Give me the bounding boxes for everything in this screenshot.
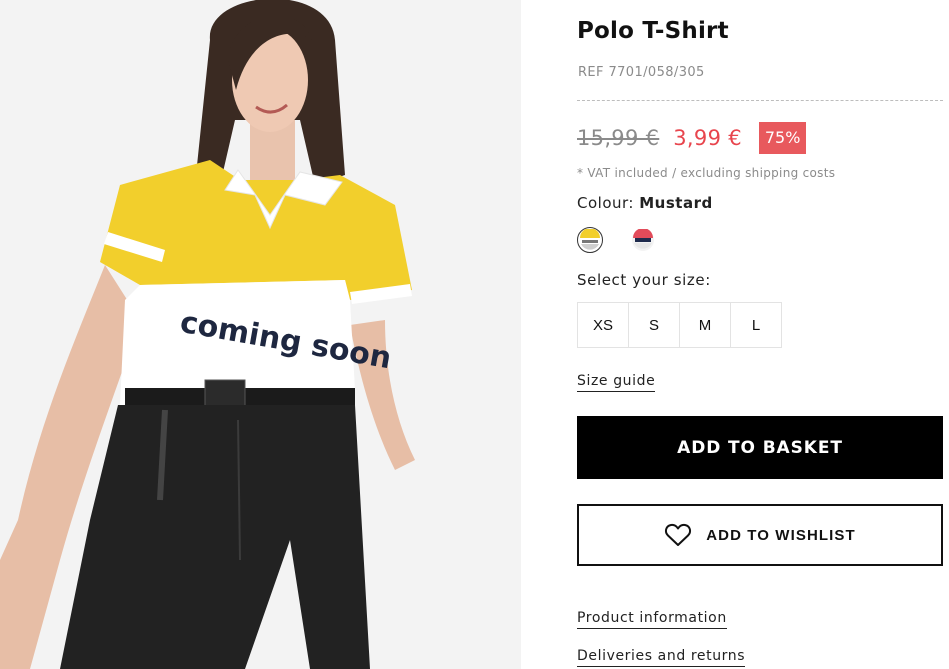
selected-colour: Mustard xyxy=(639,194,713,212)
product-reference: REF 7701/058/305 xyxy=(578,65,705,80)
sale-price: 3,99 € xyxy=(673,126,742,150)
colour-row: Colour: Mustard xyxy=(577,194,713,212)
swatch-alternate[interactable] xyxy=(630,227,656,253)
size-label: Select your size: xyxy=(577,271,711,289)
discount-badge: 75% xyxy=(758,122,807,154)
size-option-m[interactable]: M xyxy=(679,302,731,348)
price-row: 15,99 € 3,99 € 75% xyxy=(577,122,807,154)
swatch-mustard[interactable] xyxy=(577,227,603,253)
original-price: 15,99 € xyxy=(577,126,660,150)
size-selector: XS S M L xyxy=(577,302,782,348)
swatch-mustard-thumbnail xyxy=(579,229,601,251)
swatch-alternate-thumbnail xyxy=(632,229,654,251)
dashed-divider xyxy=(577,100,943,101)
add-to-wishlist-label: ADD TO WISHLIST xyxy=(706,526,856,544)
product-information-link[interactable]: Product information xyxy=(577,610,727,629)
product-image: coming soon xyxy=(0,0,521,669)
size-option-s[interactable]: S xyxy=(628,302,680,348)
heart-outline-icon xyxy=(664,523,692,547)
add-to-basket-button[interactable]: ADD TO BASKET xyxy=(577,416,943,479)
size-guide-link[interactable]: Size guide xyxy=(577,373,656,392)
colour-label: Colour: xyxy=(577,194,634,212)
product-photo-illustration: coming soon xyxy=(0,0,521,669)
add-to-wishlist-button[interactable]: ADD TO WISHLIST xyxy=(577,504,943,566)
size-option-l[interactable]: L xyxy=(730,302,782,348)
size-option-xs[interactable]: XS xyxy=(577,302,629,348)
product-title: Polo T-Shirt xyxy=(577,18,729,44)
vat-note: * VAT included / excluding shipping cost… xyxy=(577,166,836,180)
colour-swatches xyxy=(577,227,656,253)
product-details-panel: Polo T-Shirt REF 7701/058/305 15,99 € 3,… xyxy=(577,0,943,669)
deliveries-returns-link[interactable]: Deliveries and returns xyxy=(577,648,746,667)
